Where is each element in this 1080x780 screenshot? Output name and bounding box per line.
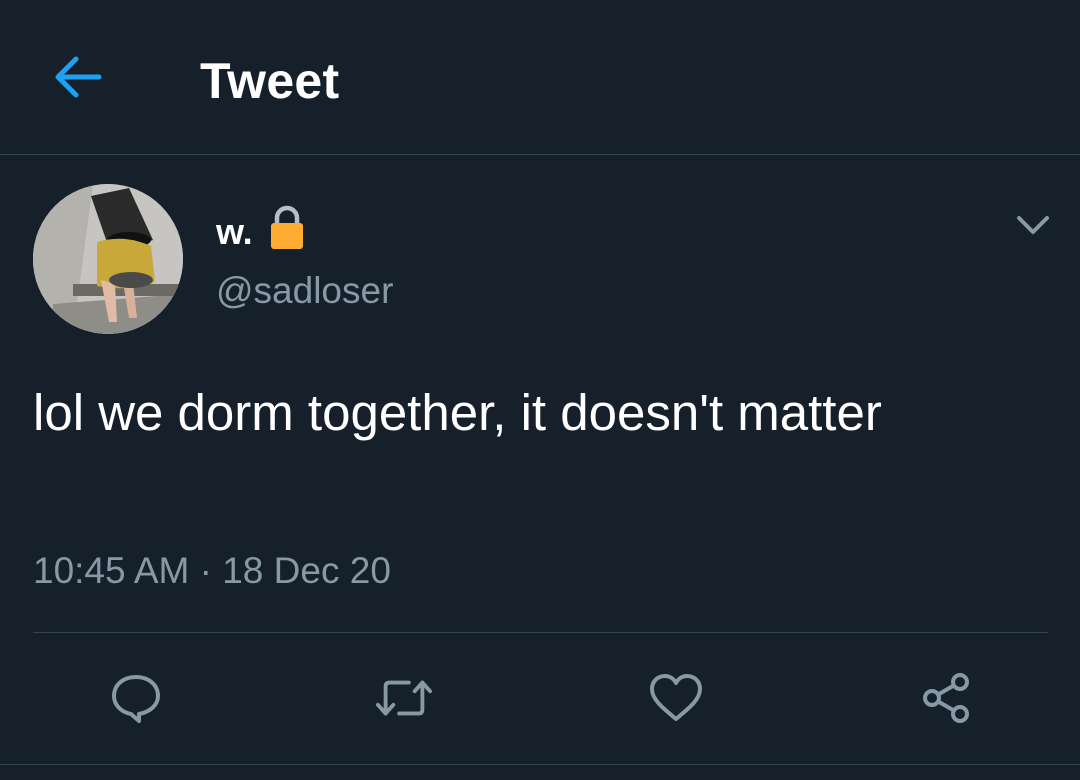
tweet-timestamp: 10:45 AM · 18 Dec 20	[33, 550, 391, 592]
like-button[interactable]	[646, 668, 706, 728]
user-handle[interactable]: @sadloser	[216, 270, 393, 312]
tweet-time: 10:45 AM	[33, 550, 190, 591]
back-button[interactable]	[46, 46, 108, 108]
arrow-left-icon	[55, 56, 102, 98]
app-header: Tweet	[0, 0, 1080, 155]
lock-icon	[269, 205, 305, 258]
speech-bubble-icon	[112, 675, 160, 723]
divider	[33, 632, 1048, 633]
share-button[interactable]	[916, 668, 976, 728]
tweet-text: lol we dorm together, it doesn't matter	[33, 384, 882, 441]
retweet-button[interactable]	[374, 668, 434, 728]
avatar[interactable]	[33, 184, 183, 334]
display-name[interactable]: w.	[216, 211, 253, 253]
display-name-row: w.	[216, 205, 305, 258]
avatar-image	[33, 184, 183, 334]
tweet-date: 18 Dec 20	[222, 550, 391, 591]
heart-icon	[650, 674, 702, 721]
meta-separator: ·	[199, 550, 212, 591]
tweet-menu-button[interactable]	[1010, 205, 1056, 245]
retweet-icon	[375, 680, 433, 716]
divider	[0, 764, 1080, 765]
page-title: Tweet	[200, 53, 340, 109]
chevron-down-icon	[1017, 216, 1049, 234]
reply-button[interactable]	[106, 668, 166, 728]
share-icon	[923, 673, 969, 723]
